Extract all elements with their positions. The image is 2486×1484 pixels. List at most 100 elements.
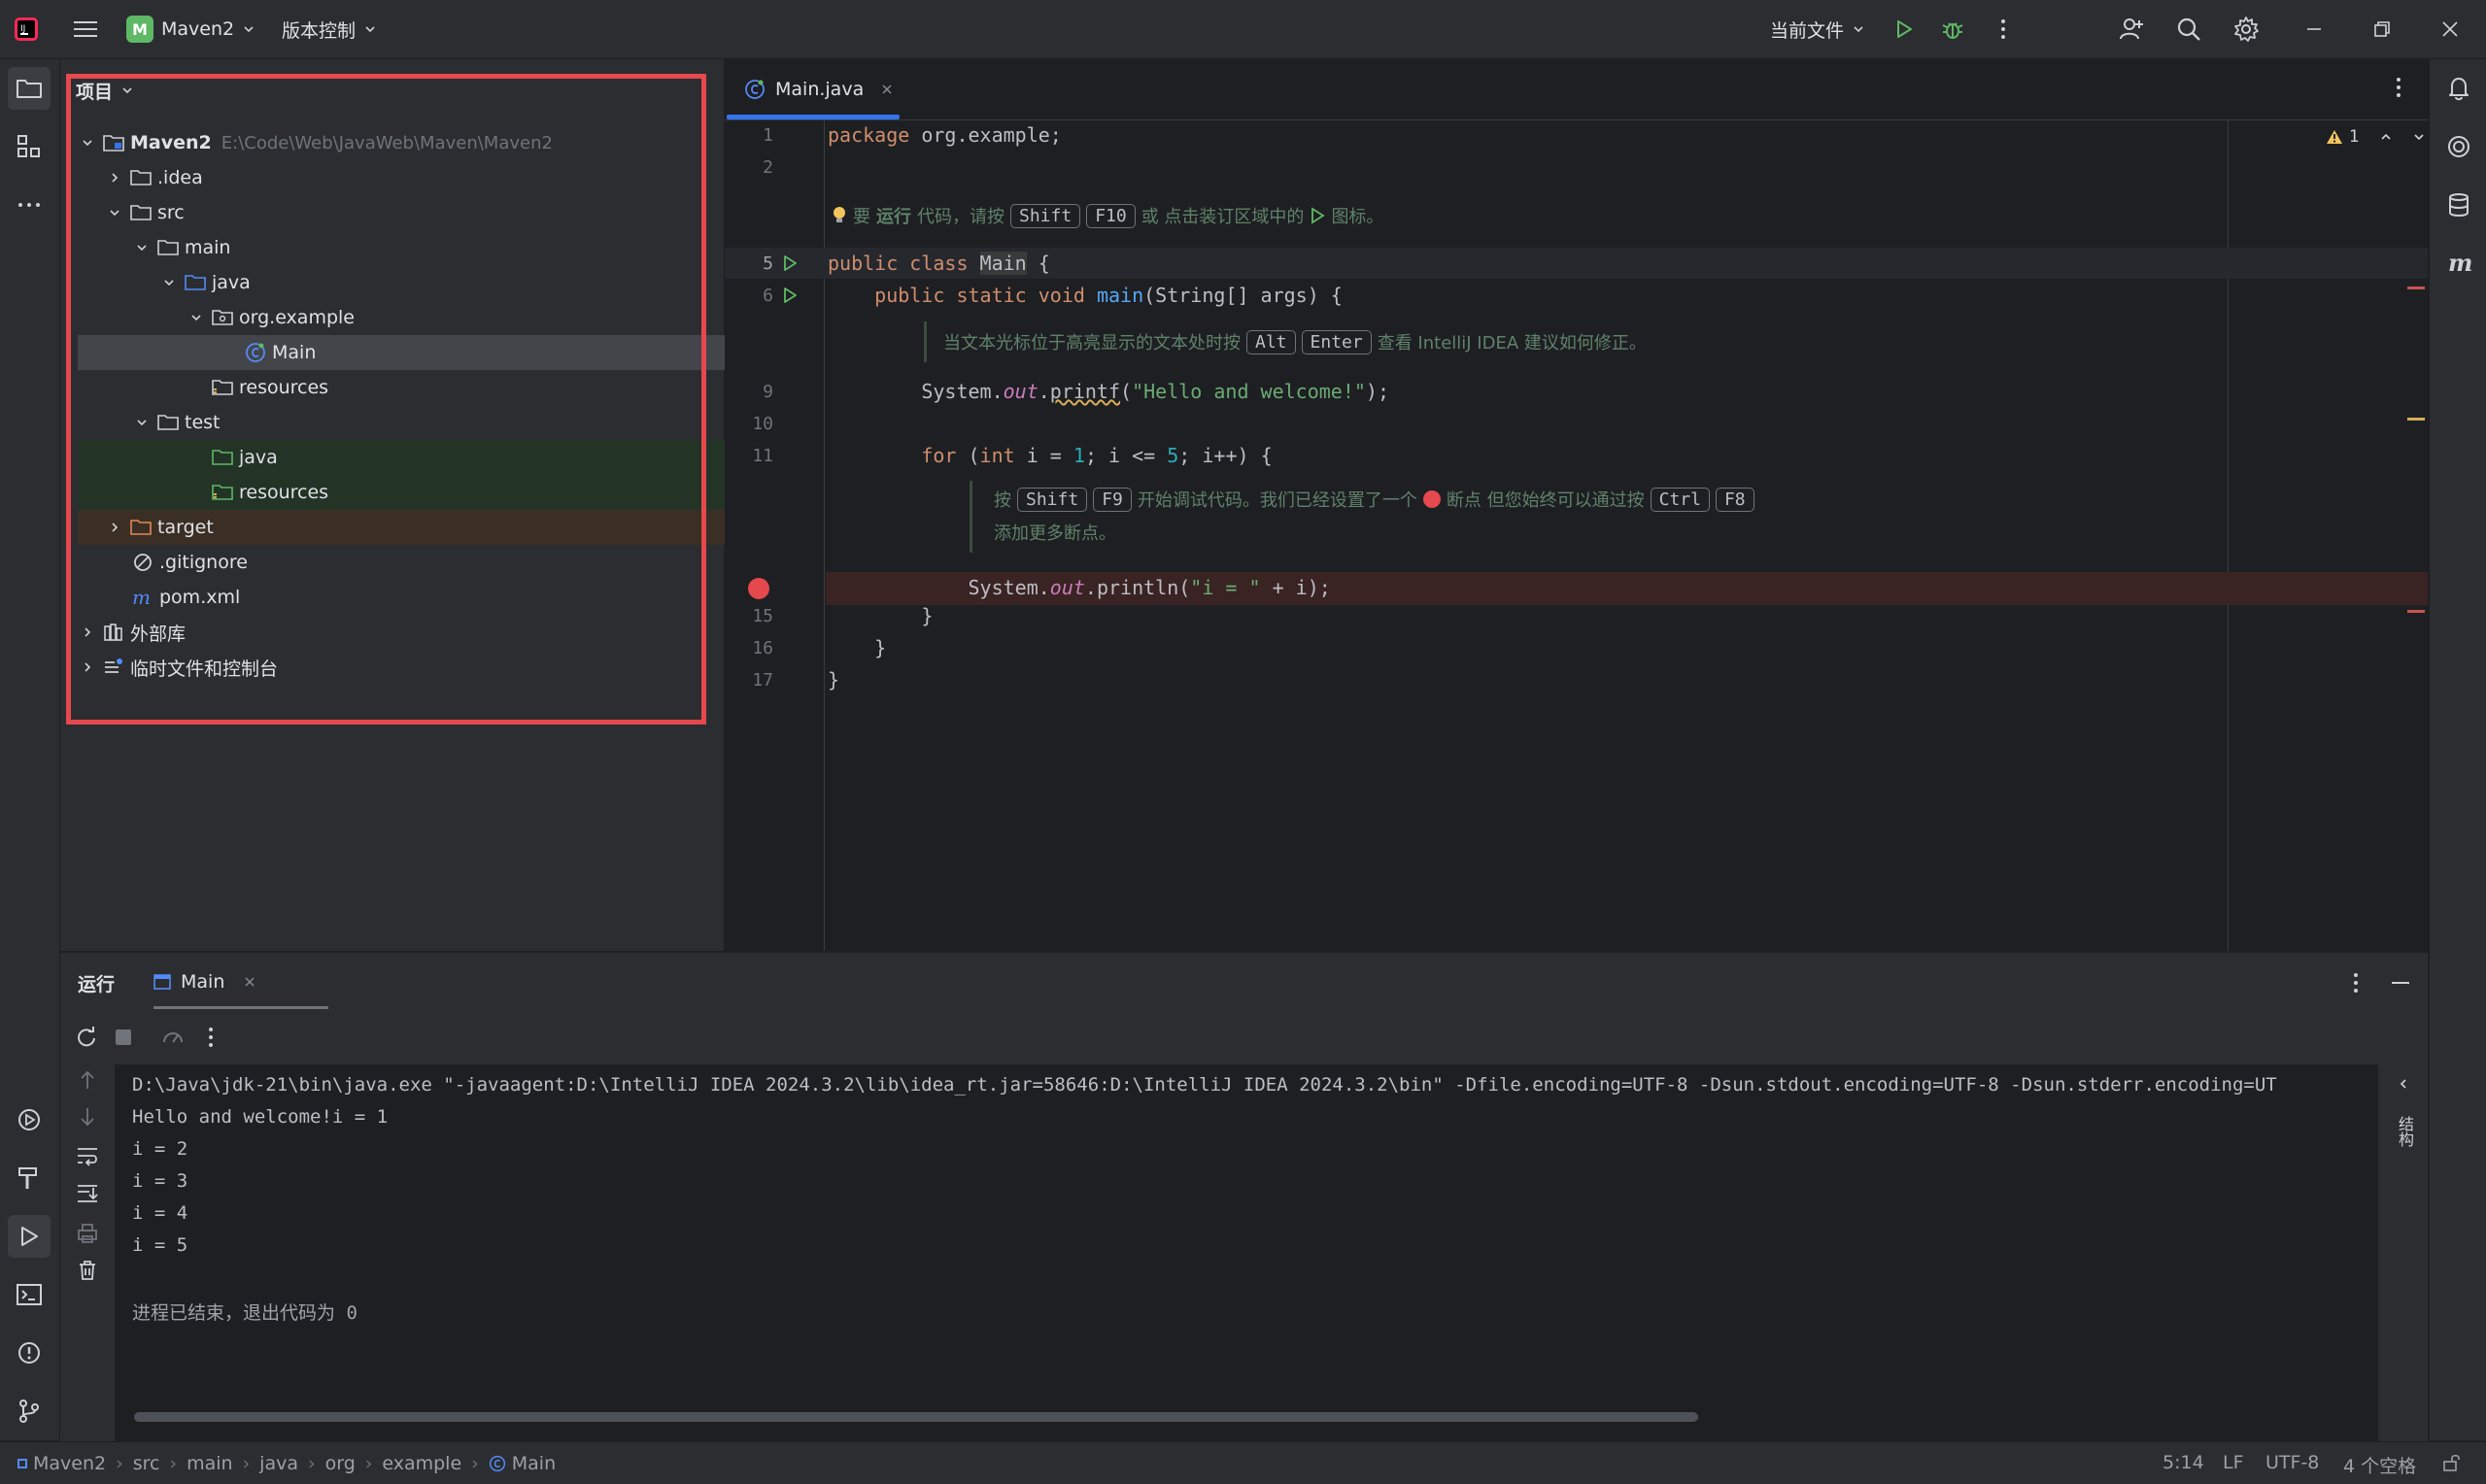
tree-node-idea[interactable]: .idea (78, 160, 732, 195)
git-tool-button[interactable] (8, 1390, 51, 1433)
ai-assistant-icon[interactable] (2437, 125, 2480, 168)
chevron-down-icon[interactable] (78, 133, 97, 152)
horizontal-scrollbar[interactable] (134, 1412, 1698, 1422)
soft-wrap-icon[interactable] (76, 1145, 99, 1166)
caret-position[interactable]: 5:14 (2162, 1452, 2204, 1473)
tree-node-pom-xml[interactable]: m pom.xml (78, 580, 760, 615)
console-output[interactable]: D:\Java\jdk-21\bin\java.exe "-javaagent:… (115, 1064, 2378, 1441)
tree-node-src[interactable]: src (78, 195, 732, 230)
close-tab-icon[interactable] (881, 84, 893, 95)
rerun-icon[interactable] (76, 1027, 97, 1048)
project-switcher[interactable]: M Maven2 (126, 0, 255, 58)
breadcrumb-item[interactable]: main (187, 1453, 232, 1474)
tab-options-icon[interactable] (2396, 77, 2401, 98)
editor-tab-main-java[interactable]: Main.java (725, 59, 900, 119)
run-config-selector[interactable]: 当前文件 (1770, 0, 1865, 58)
breadcrumb-item[interactable]: src (133, 1453, 160, 1474)
database-icon[interactable] (2437, 184, 2480, 226)
terminal-tool-button[interactable] (8, 1273, 51, 1316)
breadcrumb-item[interactable]: example (382, 1453, 461, 1474)
error-stripe-mark[interactable] (2407, 287, 2425, 289)
tree-node-scratches[interactable]: 临时文件和控制台 (78, 650, 705, 685)
tree-node-maven2[interactable]: Maven2 E:\Code\Web\JavaWeb\Maven\Maven2 (78, 125, 705, 160)
project-panel-header[interactable]: 项目 (76, 73, 134, 108)
chevron-down-icon[interactable] (159, 273, 179, 292)
line-separator[interactable]: LF (2223, 1452, 2244, 1473)
inspection-widget[interactable]: 1 (2326, 127, 2426, 147)
chevron-right-icon[interactable] (78, 623, 97, 642)
code-line-16[interactable]: } (828, 636, 886, 659)
tree-node-test-java[interactable]: java (78, 440, 814, 475)
tree-node-external-libraries[interactable]: 外部库 (78, 615, 705, 650)
code-line-17[interactable]: } (828, 668, 839, 691)
build-tool-button[interactable] (8, 1157, 51, 1199)
project-tool-button[interactable] (8, 67, 51, 110)
indent-setting[interactable]: 4 个空格 (2343, 1452, 2416, 1478)
problems-tool-button[interactable] (8, 1332, 51, 1374)
chevron-down-icon[interactable] (2412, 130, 2426, 144)
lightbulb-icon[interactable] (832, 205, 847, 226)
warning-stripe-mark[interactable] (2407, 418, 2425, 421)
code-line-1[interactable]: package org.example; (828, 123, 1062, 147)
chevron-left-icon[interactable] (2397, 1077, 2410, 1091)
hide-panel-icon[interactable] (2392, 982, 2409, 986)
stop-icon[interactable] (115, 1029, 132, 1046)
chevron-right-icon[interactable] (105, 168, 124, 187)
chevron-down-icon[interactable] (132, 413, 152, 432)
tree-node-main-resources[interactable]: resources (78, 370, 814, 405)
scroll-down-icon[interactable] (78, 1106, 97, 1128)
profiler-icon[interactable] (161, 1027, 185, 1048)
gutter-run-main-icon[interactable] (781, 287, 799, 304)
tree-node-main[interactable]: main (78, 230, 760, 265)
structure-tool-button[interactable] (8, 125, 51, 168)
code-line-11[interactable]: for (int i = 1; i <= 5; i++) { (828, 444, 1272, 467)
error-stripe-mark[interactable] (2407, 610, 2425, 613)
maven-icon[interactable]: m (2437, 242, 2480, 285)
chevron-down-icon[interactable] (105, 203, 124, 222)
run-panel-options-icon[interactable] (2353, 972, 2359, 994)
chevron-up-icon[interactable] (2379, 130, 2393, 144)
tree-node-gitignore[interactable]: .gitignore (78, 545, 760, 580)
gutter-run-class-icon[interactable] (781, 254, 799, 272)
chevron-right-icon[interactable] (78, 658, 97, 677)
lock-icon[interactable] (2442, 1454, 2462, 1471)
code-line-14[interactable]: System.out.println("i = " + i); (828, 576, 1331, 599)
close-window-icon[interactable] (2429, 8, 2471, 51)
minimize-icon[interactable] (2293, 8, 2335, 51)
tree-node-org-example[interactable]: org.example (78, 300, 814, 335)
tree-node-test[interactable]: test (78, 405, 760, 440)
run-button[interactable] (1883, 8, 1925, 51)
notifications-bell-icon[interactable] (2437, 67, 2480, 110)
code-line-9[interactable]: System.out.printf("Hello and welcome!"); (828, 380, 1389, 403)
services-tool-button[interactable] (8, 1098, 51, 1141)
code-line-5[interactable]: public class Main { (828, 252, 1050, 275)
main-menu-icon[interactable] (64, 8, 107, 51)
settings-gear-icon[interactable] (2225, 8, 2267, 51)
trash-icon[interactable] (78, 1260, 97, 1281)
structure-side-tab[interactable]: 结构 (2394, 1116, 2414, 1147)
breadcrumb-item[interactable]: org (325, 1453, 356, 1474)
file-encoding[interactable]: UTF-8 (2265, 1452, 2319, 1473)
tree-node-test-resources[interactable]: resources (78, 475, 814, 510)
chevron-down-icon[interactable] (187, 308, 206, 327)
restore-icon[interactable] (2361, 8, 2403, 51)
code-line-6[interactable]: public static void main(String[] args) { (828, 284, 1343, 307)
breadcrumb-item[interactable]: Main (512, 1453, 556, 1474)
search-icon[interactable] (2167, 8, 2210, 51)
debug-button[interactable] (1931, 8, 1974, 51)
tree-node-main-java[interactable]: java (78, 265, 787, 300)
breakpoint-icon[interactable] (748, 578, 769, 599)
scroll-to-end-icon[interactable] (76, 1182, 99, 1203)
run-tool-button[interactable] (8, 1215, 51, 1258)
chevron-down-icon[interactable] (132, 238, 152, 257)
more-tools-icon[interactable] (8, 184, 51, 226)
code-line-15[interactable]: } (828, 604, 933, 627)
print-icon[interactable] (76, 1223, 99, 1244)
add-user-icon[interactable] (2110, 8, 2153, 51)
scroll-up-icon[interactable] (78, 1069, 97, 1091)
breadcrumb-item[interactable]: Maven2 (33, 1453, 106, 1474)
chevron-right-icon[interactable] (105, 518, 124, 537)
vcs-menu[interactable]: 版本控制 (282, 0, 377, 58)
tree-node-target[interactable]: target (78, 510, 732, 545)
breadcrumb-item[interactable]: java (259, 1453, 298, 1474)
